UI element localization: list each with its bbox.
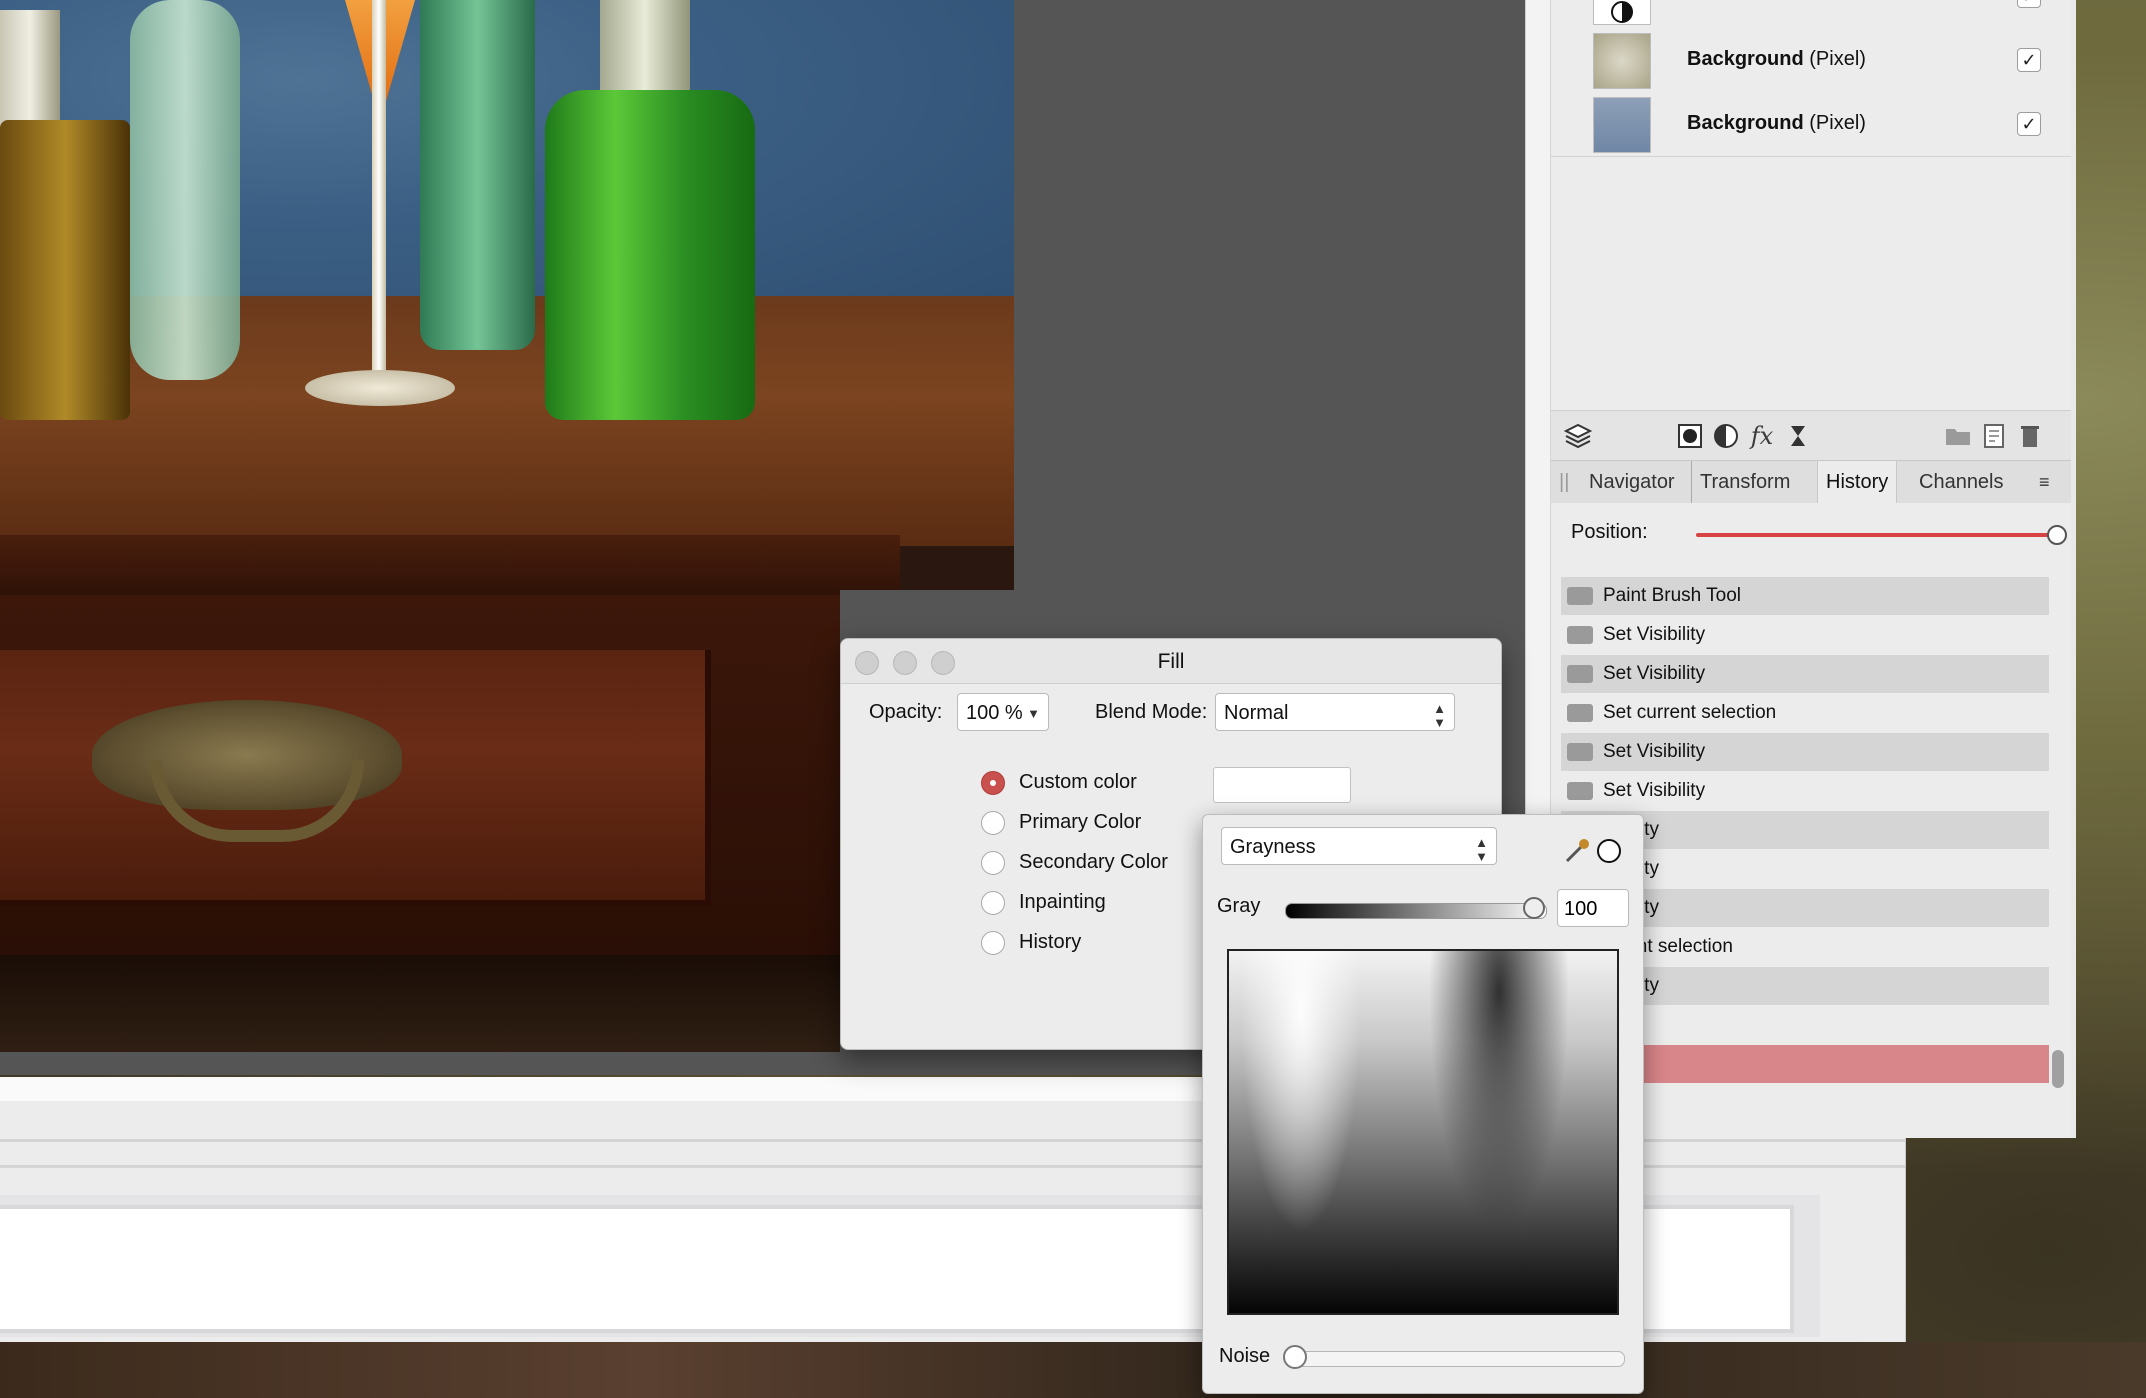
fill-dialog-title: Fill: [1157, 650, 1185, 673]
secondary-color-label: Secondary Color: [1019, 851, 1168, 873]
gray-label: Gray: [1217, 895, 1261, 917]
layer-visibility-checkbox[interactable]: ✓: [2017, 112, 2041, 136]
photo-bottle-1-neck: [0, 10, 60, 130]
layers-toolbar: fx: [1551, 410, 2071, 461]
trash-icon[interactable]: [2015, 421, 2045, 451]
stepper-arrows-icon: ▲ ▼: [1475, 835, 1488, 864]
chevron-down-icon: ▼: [1027, 706, 1040, 721]
photo-bottle-1: [0, 120, 130, 420]
history-label: History: [1019, 931, 1082, 953]
custom-color-radio[interactable]: [981, 771, 1005, 795]
stepper-arrows-icon: ▲ ▼: [1433, 701, 1446, 730]
history-entry[interactable]: Set Visibility: [1561, 733, 2049, 771]
photo-glass-base: [305, 370, 455, 406]
layer-name: Background (Pixel): [1687, 112, 1866, 134]
history-step-icon: [1567, 743, 1593, 761]
tab-transform[interactable]: Transform: [1691, 461, 1798, 503]
panel-menu-icon[interactable]: ≡: [2031, 461, 2058, 503]
position-label: Position:: [1571, 521, 1648, 543]
history-entry[interactable]: Set current selection: [1561, 694, 2049, 732]
blend-mode-select[interactable]: Normal ▲ ▼: [1215, 693, 1455, 731]
blend-mode-label: Blend Mode:: [1095, 701, 1208, 723]
layer-thumbnail: [1593, 97, 1651, 153]
layers-stack-icon[interactable]: [1563, 421, 1593, 451]
hourglass-icon[interactable]: [1783, 421, 1813, 451]
history-entry-label: Set Visibility: [1603, 741, 1706, 762]
tab-grip-icon[interactable]: ||: [1551, 461, 1577, 503]
photo-bottle-4: [420, 0, 535, 350]
opacity-select[interactable]: 100 % ▼: [957, 693, 1049, 731]
photo-glass-stem: [372, 0, 386, 380]
folder-icon[interactable]: [1943, 421, 1973, 451]
history-entry-label: Paint Brush Tool: [1603, 585, 1742, 606]
primary-color-label: Primary Color: [1019, 811, 1142, 833]
history-entry[interactable]: Set Visibility: [1561, 655, 2049, 693]
tab-navigator[interactable]: Navigator: [1581, 461, 1683, 503]
photo-bottle-2: [130, 0, 240, 380]
noise-slider-track[interactable]: [1287, 1351, 1625, 1367]
layer-visibility-checkbox[interactable]: ✓: [2017, 48, 2041, 72]
eyedropper-icon[interactable]: [1563, 835, 1593, 865]
noise-label: Noise: [1219, 1345, 1271, 1367]
history-step-icon: [1567, 587, 1593, 605]
layer-name: Background (Pixel): [1687, 48, 1866, 70]
history-step-icon: [1567, 704, 1593, 722]
custom-color-swatch[interactable]: [1213, 767, 1351, 803]
history-position-row: Position:: [1551, 503, 2071, 564]
history-entry-label: Set Visibility: [1603, 624, 1706, 645]
fill-dialog-titlebar[interactable]: Fill: [841, 639, 1501, 684]
noise-slider-knob[interactable]: [1283, 1345, 1307, 1369]
opacity-label: Opacity:: [869, 701, 943, 723]
desktop-bottom-strip: [0, 1342, 2146, 1398]
history-step-icon: [1567, 626, 1593, 644]
secondary-color-radio[interactable]: [981, 851, 1005, 875]
tab-history[interactable]: History: [1817, 461, 1898, 503]
gray-slider-knob[interactable]: [1523, 897, 1545, 919]
primary-color-radio[interactable]: [981, 811, 1005, 835]
history-entry-label: Set Visibility: [1603, 780, 1706, 801]
adjustment-layer-icon: [1611, 1, 1633, 23]
history-entry-label: Set current selection: [1603, 702, 1777, 723]
new-layer-icon[interactable]: [1979, 421, 2009, 451]
gray-slider-track[interactable]: [1285, 903, 1547, 919]
history-step-icon: [1567, 782, 1593, 800]
mask-icon[interactable]: [1675, 421, 1705, 451]
current-color-circle[interactable]: [1597, 839, 1621, 863]
color-mode-select[interactable]: Grayness ▲ ▼: [1221, 827, 1497, 865]
history-step-icon: [1567, 665, 1593, 683]
color-picker-popover: Grayness ▲ ▼ Gray 100 Noise: [1202, 814, 1644, 1394]
history-entry[interactable]: Set Visibility: [1561, 616, 2049, 654]
history-tab-bar: || Navigator Transform History Channels …: [1551, 460, 2071, 504]
layers-list: ✓ Background (Pixel) ✓ Background (Pixel…: [1551, 0, 2071, 410]
history-radio[interactable]: [981, 931, 1005, 955]
layer-row[interactable]: Background (Pixel) ✓: [1551, 28, 2071, 93]
inpainting-radio[interactable]: [981, 891, 1005, 915]
history-scrollbar[interactable]: [2052, 1050, 2064, 1088]
history-entry[interactable]: Set Visibility: [1561, 772, 2049, 810]
history-entry-label: Set Visibility: [1603, 663, 1706, 684]
history-entry[interactable]: Paint Brush Tool: [1561, 577, 2049, 615]
opacity-value: 100 %: [966, 702, 1023, 724]
layer-visibility-checkbox[interactable]: ✓: [2017, 0, 2041, 8]
photo-bottle-5-neck: [600, 0, 690, 100]
layer-thumbnail: [1593, 33, 1651, 89]
layer-row[interactable]: Background (Pixel) ✓: [1551, 92, 2071, 157]
photo-bottle-5: [545, 90, 755, 420]
layer-thumbnail: [1593, 0, 1651, 25]
gray-gradient-area[interactable]: [1227, 949, 1619, 1315]
layer-row-partial[interactable]: ✓: [1551, 0, 2071, 29]
position-slider-track[interactable]: [1696, 533, 2056, 537]
inpainting-label: Inpainting: [1019, 891, 1106, 913]
color-mode-value: Grayness: [1230, 836, 1316, 858]
custom-color-label: Custom color: [1019, 771, 1137, 793]
fx-icon[interactable]: fx: [1747, 421, 1777, 451]
adjustment-icon[interactable]: [1711, 421, 1741, 451]
tab-channels[interactable]: Channels: [1911, 461, 2012, 503]
blend-mode-value: Normal: [1224, 702, 1289, 724]
photo-table-edge: [0, 535, 900, 595]
position-slider-knob[interactable]: [2047, 525, 2067, 545]
gray-value-field[interactable]: 100: [1557, 889, 1629, 927]
